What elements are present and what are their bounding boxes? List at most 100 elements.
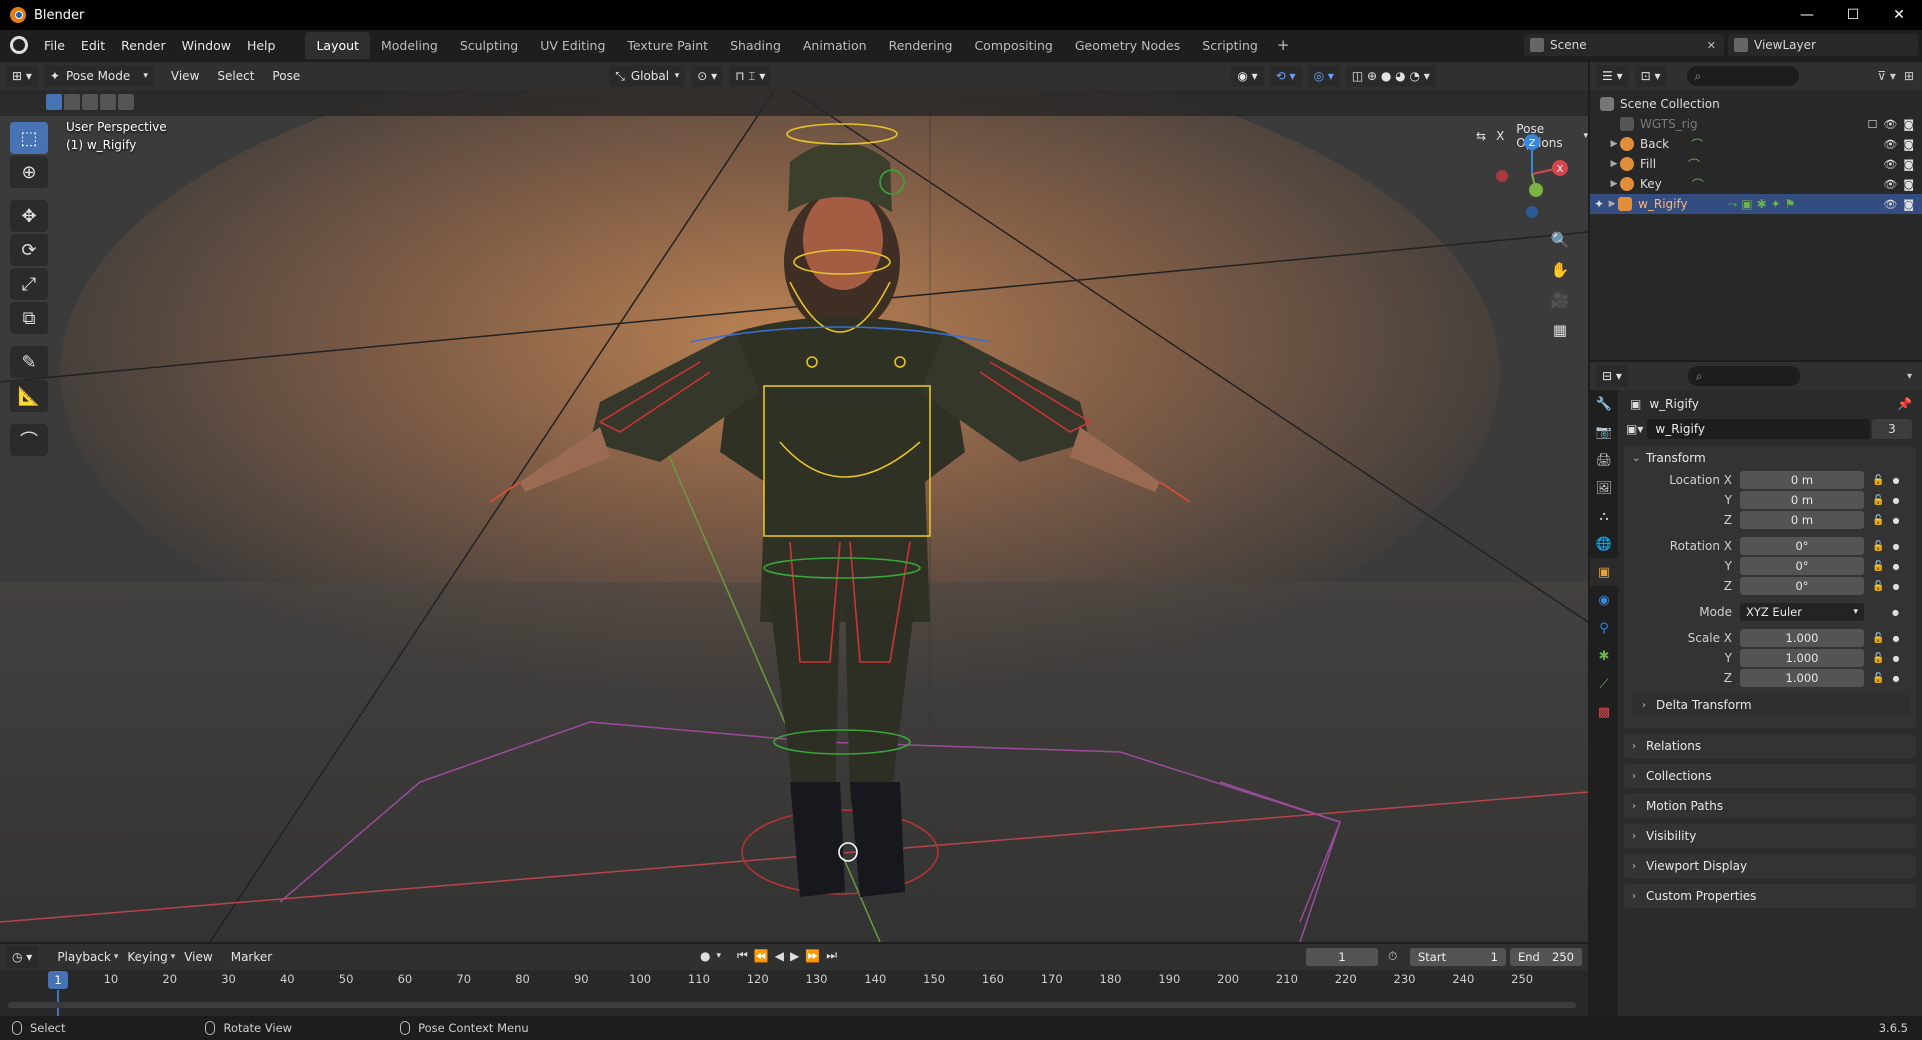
outliner-editor-type[interactable]: ☰ ▾: [1596, 65, 1629, 87]
maximize-button[interactable]: ☐: [1830, 0, 1876, 30]
outliner-item-key[interactable]: ▶ Key ⌒ 👁 ◙: [1590, 174, 1922, 194]
datablock-name-input[interactable]: w_Rigify: [1647, 419, 1870, 439]
close-window-button[interactable]: ✕: [1876, 0, 1922, 30]
outliner-item-fill[interactable]: ▶ Fill ⌒ 👁 ◙: [1590, 154, 1922, 174]
user-count-badge[interactable]: 3: [1872, 419, 1912, 439]
constraints-tab-icon[interactable]: ⚲: [1590, 614, 1618, 642]
ortho-grid-icon[interactable]: ▦: [1546, 316, 1574, 344]
panel-relations[interactable]: › Relations: [1624, 734, 1916, 758]
scale-z-field[interactable]: 1.000: [1740, 669, 1864, 687]
scale-x-field[interactable]: 1.000: [1740, 629, 1864, 647]
viewport-scene[interactable]: [0, 62, 1588, 942]
timeline-editor-type[interactable]: ◷ ▾: [6, 946, 39, 968]
chevron-down-icon[interactable]: ▾: [1907, 371, 1912, 382]
physics-tab-icon[interactable]: ◉: [1590, 586, 1618, 614]
camera-icon[interactable]: ◙: [1903, 138, 1914, 151]
pivot-dropdown[interactable]: ⊙ ▾: [691, 65, 724, 87]
menu-help[interactable]: Help: [239, 34, 284, 57]
selection-mode-icons[interactable]: [46, 94, 134, 110]
stopwatch-icon[interactable]: ⏱: [1388, 949, 1397, 964]
expand-arrow-icon[interactable]: ▶: [1608, 159, 1620, 169]
move-tool-icon[interactable]: ✥: [10, 200, 48, 232]
tab-shading[interactable]: Shading: [719, 32, 792, 59]
orientation-dropdown[interactable]: ⤡ Global ▾: [609, 65, 686, 87]
transform-panel-header[interactable]: ⌄ Transform: [1624, 446, 1916, 470]
rotate-tool-icon[interactable]: ⟳: [10, 234, 48, 266]
lock-icon[interactable]: 🔓: [1872, 633, 1884, 644]
minimize-button[interactable]: —: [1784, 0, 1830, 30]
menu-playback[interactable]: Playback: [48, 950, 120, 964]
tab-rendering[interactable]: Rendering: [878, 32, 964, 59]
keyframe-dot-icon[interactable]: ●: [1892, 516, 1899, 525]
eye-icon[interactable]: 👁: [1883, 118, 1897, 131]
editor-type-dropdown[interactable]: ⊞ ▾: [6, 65, 38, 87]
transform-tool-icon[interactable]: ⧉: [10, 302, 48, 334]
tab-layout[interactable]: Layout: [305, 31, 370, 59]
menu-render[interactable]: Render: [113, 34, 174, 57]
expand-arrow-icon[interactable]: ▶: [1606, 199, 1618, 209]
add-workspace-button[interactable]: +: [1269, 32, 1298, 59]
eye-icon[interactable]: 👁: [1883, 198, 1897, 211]
menu-marker[interactable]: Marker: [222, 950, 281, 964]
keyframe-dot-icon[interactable]: ●: [1892, 582, 1899, 591]
keyframe-dot-icon[interactable]: ●: [1892, 634, 1899, 643]
playhead-frame-badge[interactable]: 1: [48, 971, 68, 989]
tab-scripting[interactable]: Scripting: [1191, 32, 1269, 59]
camera-icon[interactable]: ◙: [1903, 198, 1914, 211]
lock-icon[interactable]: 🔓: [1872, 653, 1884, 664]
outliner-item-back[interactable]: ▶ Back ⌒ 👁 ◙: [1590, 134, 1922, 154]
expand-arrow-icon[interactable]: ▶: [1608, 139, 1620, 149]
object-tab-icon[interactable]: ▣: [1590, 558, 1618, 586]
lock-icon[interactable]: 🔓: [1872, 475, 1884, 486]
filter-icon[interactable]: ⊽ ▾: [1877, 69, 1896, 83]
keyframe-dot-icon[interactable]: ●: [1892, 496, 1899, 505]
menu-view[interactable]: View: [162, 69, 208, 83]
menu-file[interactable]: File: [36, 34, 73, 57]
properties-editor-type[interactable]: ⊟ ▾: [1596, 365, 1628, 387]
camera-icon[interactable]: ◙: [1903, 118, 1914, 131]
keyframe-dot-icon[interactable]: ●: [1892, 476, 1899, 485]
play-reverse-icon[interactable]: ◀: [775, 949, 784, 963]
rotation-y-field[interactable]: 0°: [1740, 557, 1864, 575]
menu-keying[interactable]: Keying: [118, 950, 176, 964]
snap-toggle[interactable]: ⊓ ⌶ ▾: [729, 65, 772, 87]
bone-tab-icon[interactable]: ⟋: [1590, 670, 1618, 698]
timeline-ruler[interactable]: 1 10 20 30 40 50 60 70 80 90 100 110 120 130 140 150 16…: [0, 970, 1588, 990]
outliner-item-wgts-rig[interactable]: WGTS_rig ☐ 👁 ◙: [1590, 114, 1922, 134]
keyframe-dot-icon[interactable]: ●: [1892, 674, 1899, 683]
timeline-scrollbar[interactable]: [8, 1002, 1576, 1008]
camera-view-icon[interactable]: 🎥: [1546, 286, 1574, 314]
keyframe-dot-icon[interactable]: ●: [1892, 608, 1899, 617]
scale-y-field[interactable]: 1.000: [1740, 649, 1864, 667]
eye-icon[interactable]: 👁: [1883, 178, 1897, 191]
new-collection-icon[interactable]: ⊞: [1904, 69, 1914, 83]
menu-timeline-view[interactable]: View: [175, 950, 221, 964]
navigation-gizmo[interactable]: Z X: [1480, 120, 1580, 220]
blender-menu-icon[interactable]: [10, 36, 28, 54]
prev-keyframe-icon[interactable]: ⏪: [754, 949, 769, 963]
tool-tab-icon[interactable]: 🔧: [1590, 390, 1618, 418]
datablock-browse-icon[interactable]: ▣▾: [1626, 422, 1643, 436]
lock-icon[interactable]: 🔓: [1872, 673, 1884, 684]
view-layer-tab-icon[interactable]: 🖼: [1590, 474, 1618, 502]
render-tab-icon[interactable]: 📷: [1590, 418, 1618, 446]
camera-icon[interactable]: ◙: [1903, 178, 1914, 191]
armature-data-tab-icon[interactable]: ✱: [1590, 642, 1618, 670]
tab-geometry-nodes[interactable]: Geometry Nodes: [1064, 32, 1191, 59]
eye-icon[interactable]: 👁: [1883, 138, 1897, 151]
end-frame-field[interactable]: End 250: [1510, 948, 1582, 966]
next-keyframe-icon[interactable]: ⏩: [805, 949, 820, 963]
gizmo-toggle[interactable]: ⟲ ▾: [1269, 65, 1302, 87]
start-frame-field[interactable]: Start 1: [1410, 948, 1506, 966]
expand-arrow-icon[interactable]: ▶: [1608, 179, 1620, 189]
mode-dropdown[interactable]: ✦ Pose Mode ▾: [43, 65, 154, 87]
outliner-display-mode[interactable]: ⊡ ▾: [1634, 65, 1667, 87]
checkbox-icon[interactable]: ☐: [1867, 118, 1877, 131]
tab-compositing[interactable]: Compositing: [963, 32, 1063, 59]
record-icon[interactable]: ●: [700, 949, 710, 963]
lock-icon[interactable]: 🔓: [1872, 561, 1884, 572]
delta-transform-subpanel[interactable]: › Delta Transform: [1632, 694, 1910, 716]
pin-icon[interactable]: 📌: [1897, 397, 1912, 411]
tab-uv-editing[interactable]: UV Editing: [529, 32, 616, 59]
menu-pose[interactable]: Pose: [263, 69, 309, 83]
